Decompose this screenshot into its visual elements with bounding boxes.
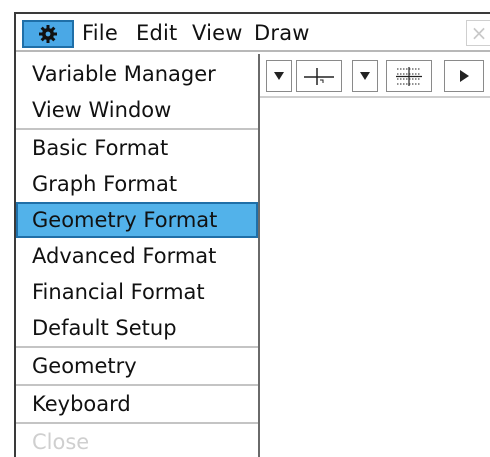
play-arrow-icon	[459, 70, 469, 82]
menu-item-financial-format[interactable]: Financial Format	[16, 274, 258, 310]
toolbar-dropdown-button[interactable]	[266, 60, 292, 92]
axes-button[interactable]	[296, 60, 342, 92]
menu-view[interactable]: View	[192, 19, 243, 47]
axes-icon	[304, 68, 334, 85]
close-window-button[interactable]: ×	[466, 20, 490, 46]
menu-item-keyboard[interactable]: Keyboard	[16, 386, 258, 422]
menu-item-graph-format[interactable]: Graph Format	[16, 166, 258, 202]
gear-icon	[39, 25, 57, 43]
menu-item-variable-manager[interactable]: Variable Manager	[16, 56, 258, 92]
dropdown-arrow-icon	[274, 72, 284, 80]
menu-item-view-window[interactable]: View Window	[16, 92, 258, 128]
grid-icon	[396, 67, 422, 86]
menu-item-basic-format[interactable]: Basic Format	[16, 130, 258, 166]
menu-item-geometry[interactable]: Geometry	[16, 348, 258, 384]
app-screen: File Edit View Draw × Variable Manager V…	[14, 12, 490, 457]
grid-button[interactable]	[386, 60, 432, 92]
menu-bar: File Edit View Draw ×	[16, 14, 490, 52]
menu-edit[interactable]: Edit	[136, 19, 177, 47]
settings-dropdown-menu: Variable Manager View Window Basic Forma…	[16, 54, 260, 457]
menu-item-default-setup[interactable]: Default Setup	[16, 310, 258, 346]
menu-file[interactable]: File	[82, 19, 118, 47]
menu-draw[interactable]: Draw	[254, 19, 310, 47]
settings-menu-button[interactable]	[22, 20, 74, 48]
toolbar-next-button[interactable]	[444, 60, 484, 92]
menu-item-geometry-format[interactable]: Geometry Format	[16, 202, 258, 238]
dropdown-arrow-icon	[360, 72, 370, 80]
menu-item-advanced-format[interactable]: Advanced Format	[16, 238, 258, 274]
toolbar-dropdown-button-2[interactable]	[352, 60, 378, 92]
menu-item-close: Close	[32, 430, 90, 454]
